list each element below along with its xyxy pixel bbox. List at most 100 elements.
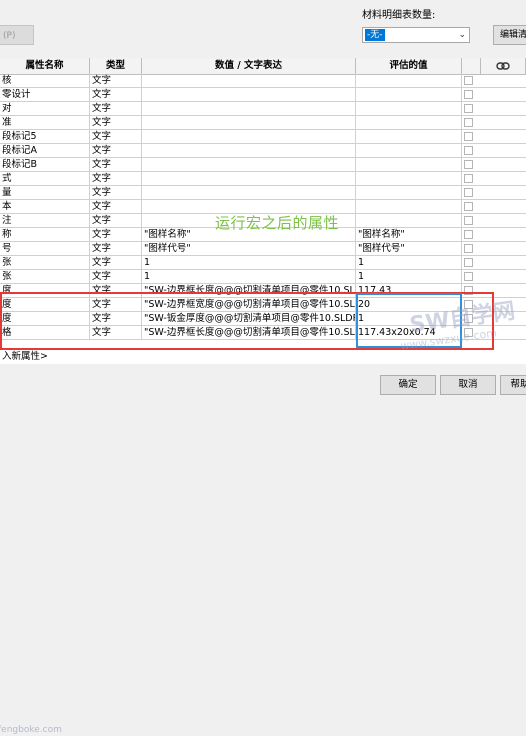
row-checkbox[interactable] xyxy=(464,160,473,169)
table-row[interactable]: 核文字 xyxy=(0,74,526,88)
annotation-text: 运行宏之后的属性 xyxy=(215,214,340,232)
evaluated-value-cell[interactable]: "图样名称" xyxy=(356,228,462,241)
property-name-cell[interactable]: 量 xyxy=(0,186,90,199)
type-cell[interactable]: 文字 xyxy=(90,172,142,185)
header-link[interactable] xyxy=(481,58,526,74)
table-row[interactable]: 对文字 xyxy=(0,102,526,116)
header-type[interactable]: 类型 xyxy=(90,58,142,74)
type-cell[interactable]: 文字 xyxy=(90,130,142,143)
table-row[interactable]: 段标记A 文字 xyxy=(0,144,526,158)
top-toolbar: (P) 材料明细表数量: -无- ⌄ 编辑清单 xyxy=(0,0,526,58)
property-name-cell[interactable]: 式 xyxy=(0,172,90,185)
table-row[interactable]: 零设计 文字 xyxy=(0,88,526,102)
row-checkbox[interactable] xyxy=(464,118,473,127)
row-checkbox[interactable] xyxy=(464,132,473,141)
evaluated-value-cell[interactable] xyxy=(356,116,462,129)
header-property-name[interactable]: 属性名称 xyxy=(0,58,90,74)
table-row[interactable]: 准文字 xyxy=(0,116,526,130)
type-cell[interactable]: 文字 xyxy=(90,158,142,171)
type-cell[interactable]: 文字 xyxy=(90,88,142,101)
type-cell[interactable]: 文字 xyxy=(90,256,142,269)
evaluated-value-cell[interactable]: 1 xyxy=(356,270,462,283)
left-toolbar-button: (P) xyxy=(0,25,34,45)
table-row[interactable]: 量文字 xyxy=(0,186,526,200)
table-row[interactable]: 号文字 "图样代号" "图样代号" xyxy=(0,242,526,256)
property-name-cell[interactable]: 号 xyxy=(0,242,90,255)
row-checkbox[interactable] xyxy=(464,272,473,281)
ok-button[interactable]: 确定 xyxy=(380,375,436,395)
type-cell[interactable]: 文字 xyxy=(90,102,142,115)
property-name-cell[interactable]: 对 xyxy=(0,102,90,115)
header-evaluated-value[interactable]: 评估的值 xyxy=(356,58,462,74)
header-value-expression[interactable]: 数值 / 文字表达 xyxy=(142,58,356,74)
evaluated-value-cell[interactable] xyxy=(356,172,462,185)
property-name-cell[interactable]: 张 xyxy=(0,270,90,283)
row-checkbox[interactable] xyxy=(464,202,473,211)
evaluated-value-cell[interactable] xyxy=(356,74,462,87)
add-new-property-row[interactable]: 入新属性> xyxy=(0,350,526,364)
table-row[interactable]: 张文字 1 1 xyxy=(0,256,526,270)
property-name-cell[interactable]: 段标记5 xyxy=(0,130,90,143)
type-cell[interactable]: 文字 xyxy=(90,214,142,227)
row-checkbox[interactable] xyxy=(464,258,473,267)
value-expression-cell[interactable] xyxy=(142,116,356,129)
value-expression-cell[interactable] xyxy=(142,130,356,143)
evaluated-value-cell[interactable] xyxy=(356,200,462,213)
type-cell[interactable]: 文字 xyxy=(90,144,142,157)
cancel-button[interactable]: 取消 xyxy=(440,375,496,395)
value-expression-cell[interactable] xyxy=(142,172,356,185)
evaluated-value-cell[interactable] xyxy=(356,214,462,227)
row-checkbox[interactable] xyxy=(464,216,473,225)
row-checkbox[interactable] xyxy=(464,146,473,155)
evaluated-value-cell[interactable]: "图样代号" xyxy=(356,242,462,255)
table-row[interactable]: 段标记B 文字 xyxy=(0,158,526,172)
table-row[interactable]: 张文字 1 1 xyxy=(0,270,526,284)
header-checkbox xyxy=(462,58,481,74)
row-checkbox[interactable] xyxy=(464,104,473,113)
row-checkbox[interactable] xyxy=(464,174,473,183)
evaluated-value-cell[interactable] xyxy=(356,186,462,199)
type-cell[interactable]: 文字 xyxy=(90,228,142,241)
property-name-cell[interactable]: 零设计 xyxy=(0,88,90,101)
property-name-cell[interactable]: 本 xyxy=(0,200,90,213)
row-checkbox[interactable] xyxy=(464,90,473,99)
value-expression-cell[interactable]: 1 xyxy=(142,256,356,269)
value-expression-cell[interactable]: "图样代号" xyxy=(142,242,356,255)
edit-list-button[interactable]: 编辑清单 xyxy=(493,25,526,45)
evaluated-value-cell[interactable] xyxy=(356,158,462,171)
row-checkbox[interactable] xyxy=(464,244,473,253)
property-name-cell[interactable]: 称 xyxy=(0,228,90,241)
type-cell[interactable]: 文字 xyxy=(90,74,142,87)
value-expression-cell[interactable] xyxy=(142,186,356,199)
table-row[interactable]: 式文字 xyxy=(0,172,526,186)
value-expression-cell[interactable]: 1 xyxy=(142,270,356,283)
evaluated-value-cell[interactable] xyxy=(356,144,462,157)
help-button[interactable]: 帮助 xyxy=(500,375,526,395)
property-name-cell[interactable]: 段标记B xyxy=(0,158,90,171)
row-checkbox[interactable] xyxy=(464,188,473,197)
row-checkbox[interactable] xyxy=(464,76,473,85)
chevron-down-icon: ⌄ xyxy=(458,30,466,40)
property-name-cell[interactable]: 准 xyxy=(0,116,90,129)
row-checkbox[interactable] xyxy=(464,230,473,239)
table-row[interactable]: 段标记5 文字 xyxy=(0,130,526,144)
value-expression-cell[interactable] xyxy=(142,88,356,101)
type-cell[interactable]: 文字 xyxy=(90,242,142,255)
evaluated-value-cell[interactable] xyxy=(356,102,462,115)
property-name-cell[interactable]: 张 xyxy=(0,256,90,269)
type-cell[interactable]: 文字 xyxy=(90,186,142,199)
evaluated-value-cell[interactable] xyxy=(356,130,462,143)
type-cell[interactable]: 文字 xyxy=(90,270,142,283)
value-expression-cell[interactable] xyxy=(142,158,356,171)
evaluated-value-cell[interactable] xyxy=(356,88,462,101)
property-name-cell[interactable]: 段标记A xyxy=(0,144,90,157)
type-cell[interactable]: 文字 xyxy=(90,116,142,129)
value-expression-cell[interactable] xyxy=(142,102,356,115)
type-cell[interactable]: 文字 xyxy=(90,200,142,213)
property-name-cell[interactable]: 核 xyxy=(0,74,90,87)
value-expression-cell[interactable] xyxy=(142,74,356,87)
value-expression-cell[interactable] xyxy=(142,144,356,157)
property-name-cell[interactable]: 注 xyxy=(0,214,90,227)
evaluated-value-cell[interactable]: 1 xyxy=(356,256,462,269)
bom-quantity-select[interactable]: -无- ⌄ xyxy=(362,27,470,43)
